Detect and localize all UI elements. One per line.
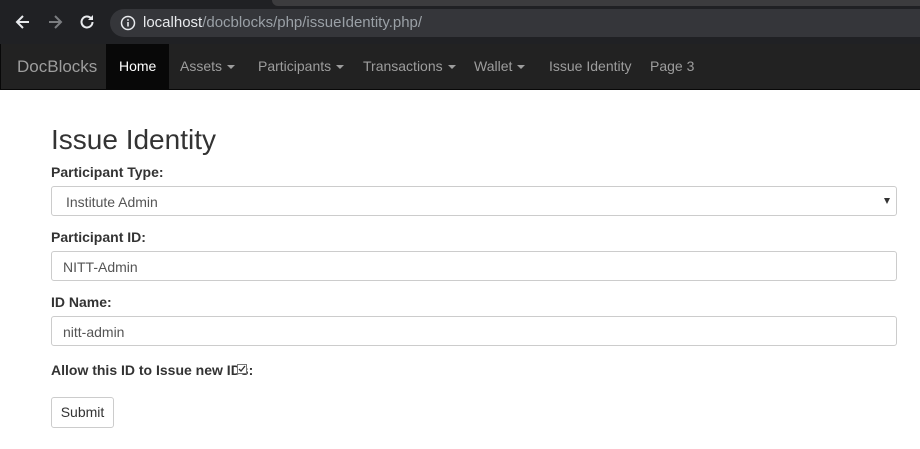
browser-toolbar: localhost/docblocks/php/issueIdentity.ph… — [0, 0, 920, 44]
nav-item-transactions[interactable]: Transactions — [363, 44, 456, 89]
url-text: localhost/docblocks/php/issueIdentity.ph… — [143, 15, 422, 31]
page-title: Issue Identity — [51, 124, 216, 155]
nav-item-label: Transactions — [363, 58, 443, 74]
id-name-label: ID Name: — [51, 294, 112, 310]
submit-button[interactable]: Submit — [51, 397, 114, 428]
nav-item-label: Wallet — [474, 58, 513, 74]
tab-strip — [272, 0, 920, 6]
participant-id-value: NITT-Admin — [63, 259, 138, 275]
checkmark-icon — [238, 365, 246, 373]
caret-down-icon — [447, 65, 456, 70]
dropdown-arrow-icon — [884, 198, 890, 204]
nav-item-home[interactable]: Home — [106, 44, 170, 89]
id-name-input[interactable]: nitt-admin — [51, 316, 897, 346]
nav-item-page-3[interactable]: Page 3 — [650, 44, 694, 89]
caret-down-icon — [227, 65, 236, 70]
nav-item-assets[interactable]: Assets — [180, 44, 236, 89]
participant-type-value: Institute Admin — [66, 194, 158, 210]
back-arrow-icon[interactable] — [13, 12, 33, 32]
participant-id-label: Participant ID: — [51, 229, 146, 245]
caret-down-icon — [336, 65, 345, 70]
caret-down-icon — [517, 65, 526, 70]
id-name-value: nitt-admin — [63, 324, 125, 340]
nav-item-label: Participants — [258, 58, 332, 74]
info-icon[interactable] — [120, 15, 136, 31]
url-host: localhost — [143, 14, 203, 31]
participant-type-label: Participant Type: — [51, 164, 164, 180]
address-bar[interactable]: localhost/docblocks/php/issueIdentity.ph… — [110, 9, 920, 37]
nav-item-participants[interactable]: Participants — [258, 44, 345, 89]
allow-issue-label: Allow this ID to Issue new IDs: — [51, 362, 254, 378]
participant-type-select[interactable]: Institute Admin — [51, 186, 897, 216]
nav-item-label: Home — [119, 58, 157, 74]
nav-item-label: Assets — [180, 58, 223, 74]
reload-icon[interactable] — [77, 12, 97, 32]
forward-arrow-icon[interactable] — [45, 12, 65, 32]
nav-item-label: Page 3 — [650, 58, 695, 74]
nav-item-wallet[interactable]: Wallet — [474, 44, 526, 89]
nav-item-label: Issue Identity — [549, 58, 632, 74]
top-navbar: DocBlocks Home Assets Participants Trans… — [0, 44, 920, 90]
allow-issue-checkbox[interactable] — [237, 364, 247, 374]
navbar-brand[interactable]: DocBlocks — [17, 57, 97, 77]
url-path: /docblocks/php/issueIdentity.php/ — [202, 14, 423, 31]
participant-id-input[interactable]: NITT-Admin — [51, 251, 897, 281]
nav-item-issue-identity[interactable]: Issue Identity — [549, 44, 632, 89]
